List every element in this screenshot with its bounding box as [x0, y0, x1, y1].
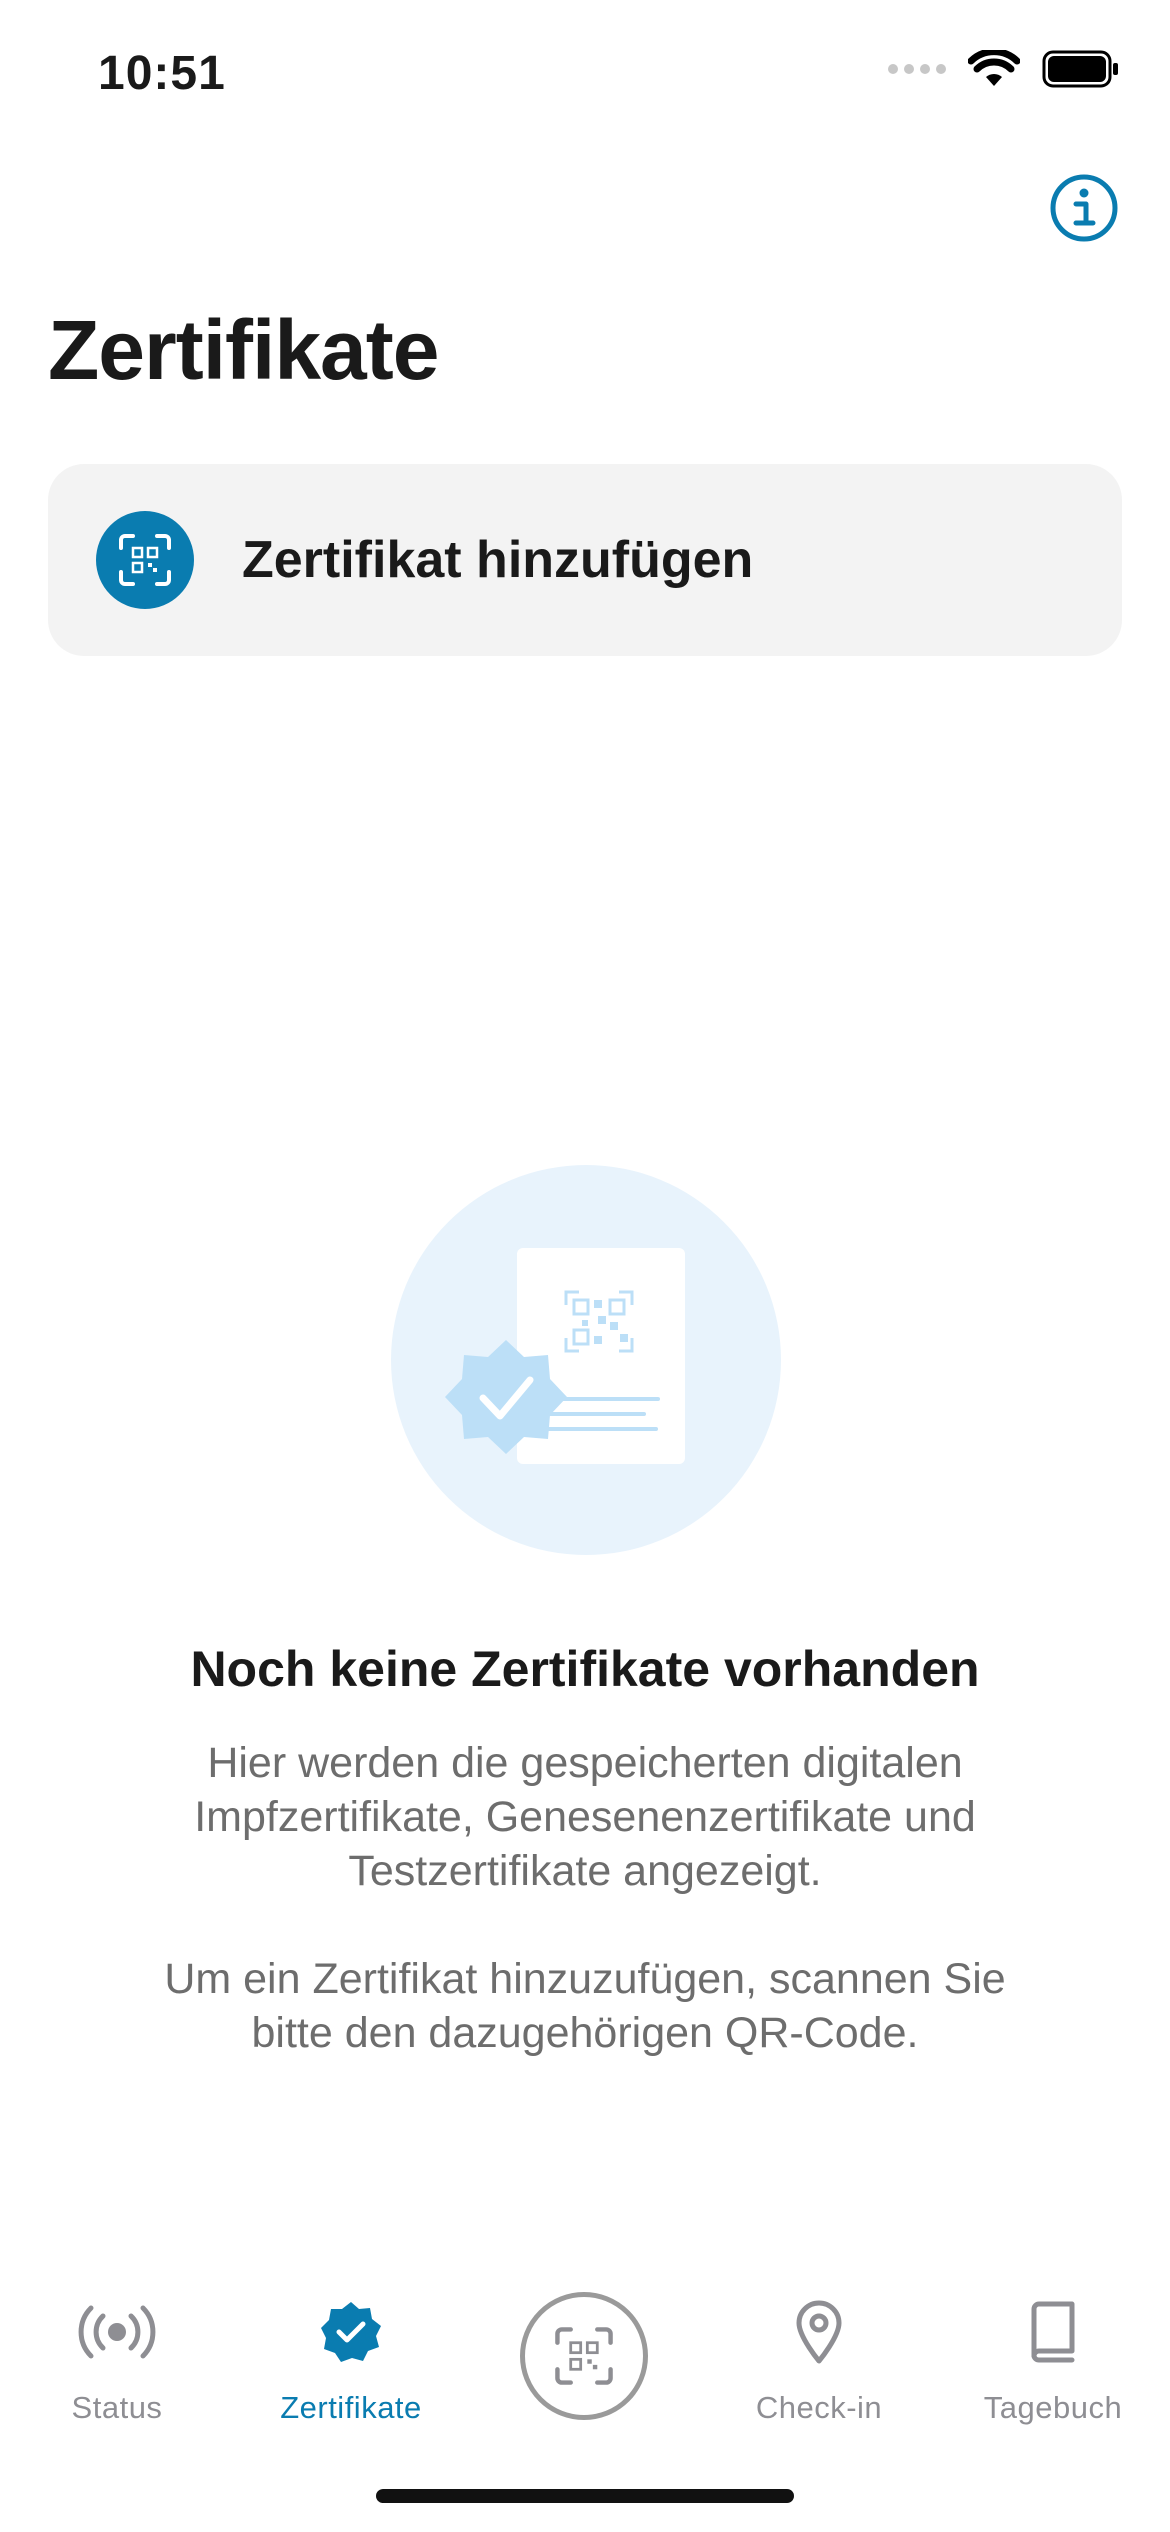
info-icon	[1050, 174, 1118, 242]
status-time: 10:51	[98, 47, 226, 100]
home-indicator	[376, 2489, 794, 2503]
tab-label: Tagebuch	[983, 2390, 1123, 2425]
qr-scan-icon	[555, 2327, 613, 2385]
tab-check-in[interactable]: Check-in	[702, 2296, 936, 2426]
tab-scan-qr[interactable]	[520, 2292, 648, 2420]
status-icons	[888, 50, 1120, 88]
broadcast-icon	[75, 2296, 159, 2368]
tab-label: Status	[71, 2390, 163, 2425]
page-title: Zertifikate	[48, 303, 439, 397]
qr-scan-icon	[96, 511, 194, 609]
tab-label: Zertifikate	[280, 2390, 422, 2425]
cellular-signal-icon	[888, 64, 946, 74]
location-pin-icon	[794, 2296, 844, 2368]
empty-state-title: Noch keine Zertifikate vorhanden	[190, 1641, 980, 1697]
certificates-screen: 10:51 Zertifikate Zertifikat hinzufügen …	[0, 0, 1170, 2532]
empty-state-description: Hier werden die gespeicherten digitalen …	[120, 1736, 1050, 2060]
tab-label: Check-in	[755, 2390, 883, 2425]
certificate-illustration	[386, 1160, 786, 1560]
add-certificate-label: Zertifikat hinzufügen	[242, 531, 754, 589]
verified-badge-icon	[319, 2296, 383, 2368]
status-bar: 10:51	[0, 0, 1170, 150]
empty-state-paragraph: Hier werden die gespeicherten digitalen …	[194, 1739, 976, 1895]
info-button[interactable]	[1048, 172, 1120, 244]
empty-state-paragraph: Um ein Zertifikat hinzuzufügen, scannen …	[164, 1955, 1006, 2057]
book-icon	[1028, 2296, 1078, 2368]
battery-icon	[1042, 50, 1118, 88]
tab-status[interactable]: Status	[0, 2296, 234, 2426]
tab-tagebuch[interactable]: Tagebuch	[936, 2296, 1170, 2426]
tab-zertifikate[interactable]: Zertifikate	[234, 2296, 468, 2426]
add-certificate-button[interactable]: Zertifikat hinzufügen	[48, 464, 1122, 656]
wifi-icon	[968, 50, 1020, 86]
